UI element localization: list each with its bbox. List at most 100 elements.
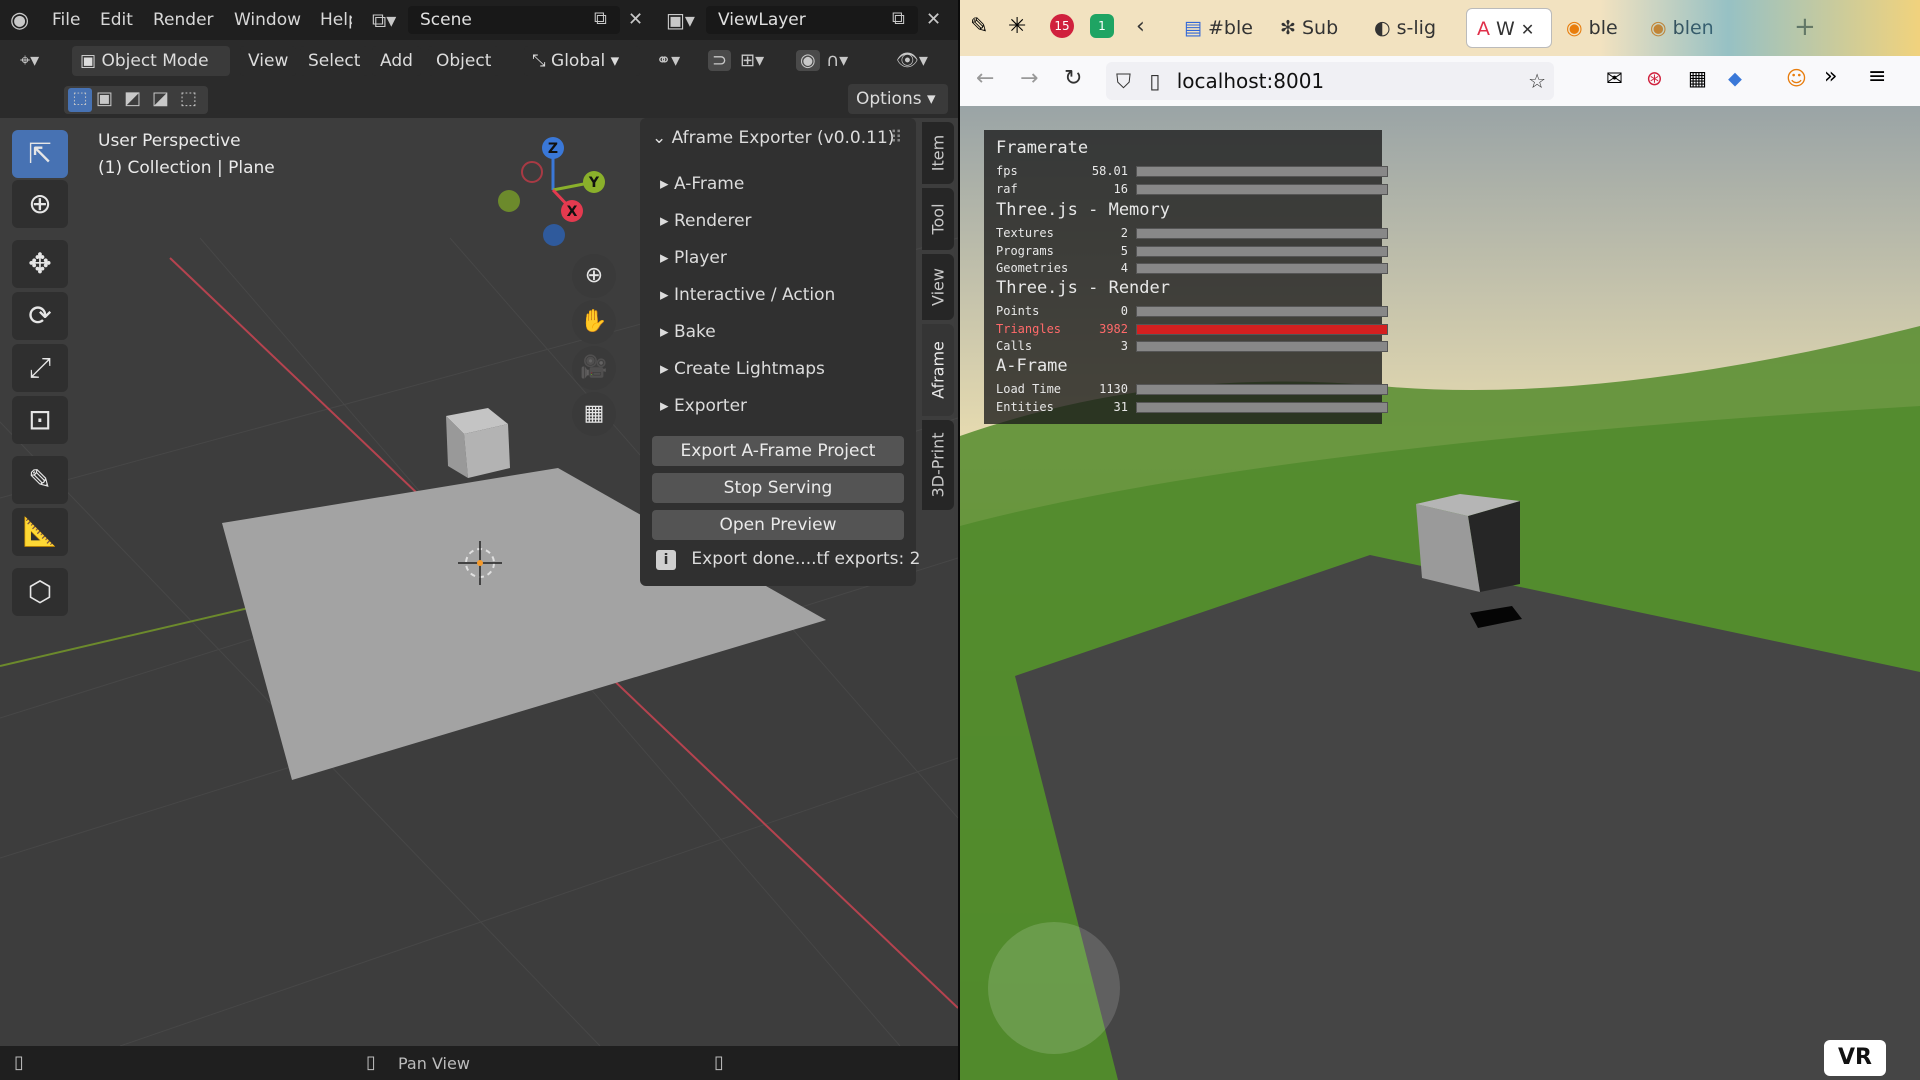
section-interactive[interactable]: ▸ Interactive / Action [660, 285, 835, 305]
annotate-tool-icon[interactable]: ✎ [12, 456, 68, 504]
pinned-tab-icon[interactable]: ✎ [970, 14, 988, 39]
address-bar[interactable]: ⛉ ▯ localhost:8001 ☆ [1106, 62, 1554, 100]
tab-aframe[interactable]: Aframe [922, 324, 954, 416]
extension-icon[interactable]: ☺ [1786, 66, 1807, 90]
perspective-grid-icon[interactable]: ▦ [572, 392, 616, 436]
section-player[interactable]: ▸ Player [660, 248, 727, 268]
visibility-icon[interactable]: 👁▾ [896, 50, 928, 71]
new-scene-icon[interactable]: ⧉ [594, 8, 607, 29]
panel-header[interactable]: ⌄ Aframe Exporter (v0.0.11) [652, 128, 894, 148]
tab-3d-print[interactable]: 3D-Print [922, 420, 954, 510]
menu-window[interactable]: Window [234, 10, 301, 30]
section-renderer[interactable]: ▸ Renderer [660, 211, 752, 231]
section-aframe[interactable]: ▸ A-Frame [660, 174, 744, 194]
tab-title: Sub [1301, 17, 1339, 39]
navigation-gizmo[interactable]: Z Y X [490, 130, 620, 260]
options-dropdown[interactable]: Options ▾ [848, 84, 948, 114]
stat-entities: 31 [1113, 400, 1128, 414]
close-tab-icon[interactable]: ✕ [1521, 20, 1534, 39]
reload-icon[interactable]: ↻ [1064, 66, 1082, 91]
vr-button[interactable]: VR [1824, 1040, 1886, 1076]
pivot-icon[interactable]: ⚭▾ [656, 50, 680, 71]
snap-icon[interactable]: ⊃ [708, 50, 732, 71]
move-tool-icon[interactable]: ✥ [12, 240, 68, 288]
pan-hand-icon[interactable]: ✋ [572, 300, 616, 344]
add-cube-tool-icon[interactable]: ⬡ [12, 568, 68, 616]
menu-file[interactable]: File [52, 10, 80, 30]
extension-icon[interactable]: ⊛ [1646, 66, 1663, 90]
tab-6[interactable]: ◉ blen [1650, 8, 1720, 48]
pinned-tab-icon[interactable]: 1 [1090, 14, 1114, 38]
select-invert-icon[interactable]: ◪ [152, 88, 169, 109]
orientation-dropdown[interactable]: ⤡ Global ▾ [524, 46, 640, 76]
forward-icon[interactable]: → [1020, 66, 1038, 91]
tab-1[interactable]: ▤ #ble [1184, 8, 1254, 48]
menu-render[interactable]: Render [153, 10, 214, 30]
tab-tool[interactable]: Tool [922, 188, 954, 250]
back-icon[interactable]: ← [976, 66, 994, 91]
stop-serving-button[interactable]: Stop Serving [652, 473, 904, 503]
select-box-icon[interactable]: ⬚ [68, 88, 92, 112]
header-menu-object[interactable]: Object [428, 46, 500, 76]
mode-dropdown[interactable]: ▣ Object Mode ▾ [72, 46, 230, 101]
delete-scene-icon[interactable]: ✕ [628, 9, 643, 30]
new-viewlayer-icon[interactable]: ⧉ [892, 8, 905, 29]
proportional-edit-icon[interactable]: ◉ [796, 50, 820, 71]
snap-target-icon[interactable]: ⊞▾ [740, 50, 764, 71]
tab-2[interactable]: ✻ Sub [1280, 8, 1350, 48]
stat-triangles: 3982 [1099, 322, 1128, 336]
tab-view[interactable]: View [922, 254, 954, 320]
header-menu-add[interactable]: Add [372, 46, 421, 76]
select-tool-icon[interactable]: ⇱ [12, 130, 68, 178]
transform-tool-icon[interactable]: ⊡ [12, 396, 68, 444]
blender-logo-icon[interactable]: ◉ [10, 8, 29, 33]
select-extend-icon[interactable]: ▣ [96, 88, 113, 109]
bookmark-star-icon[interactable]: ☆ [1528, 62, 1546, 100]
extension-icon[interactable]: ✉ [1606, 66, 1623, 90]
header-menu-select[interactable]: Select [300, 46, 369, 76]
extension-icon[interactable]: ⬥ [1728, 66, 1742, 90]
scene-selector-icon[interactable]: ⧉▾ [372, 8, 396, 32]
viewlayer-selector-icon[interactable]: ▣▾ [666, 8, 695, 32]
tab-5[interactable]: ◉ ble [1566, 8, 1636, 48]
panel-title: Aframe Exporter (v0.0.11) [671, 128, 895, 148]
pinned-tab-icon[interactable]: 15 [1050, 14, 1074, 38]
tab-3[interactable]: ◐ s-lig [1374, 8, 1454, 48]
section-exporter[interactable]: ▸ Exporter [660, 396, 747, 416]
falloff-icon[interactable]: ∩▾ [826, 50, 848, 71]
chevron-right-icon: ▸ [660, 322, 674, 342]
extension-icon[interactable]: ▦ [1688, 66, 1707, 90]
delete-viewlayer-icon[interactable]: ✕ [926, 9, 941, 30]
cursor-tool-icon[interactable]: ⊕ [12, 180, 68, 228]
scale-tool-icon[interactable]: ⤢ [12, 344, 68, 392]
tabs-scroll-left-icon[interactable]: ‹ [1136, 14, 1145, 39]
tab-item[interactable]: Item [922, 122, 954, 184]
tab-active[interactable]: A W ✕ [1466, 8, 1552, 48]
touch-joystick[interactable] [988, 922, 1120, 1054]
header-menu-view[interactable]: View [240, 46, 297, 76]
editor-type-icon[interactable]: ⌖▾ [20, 50, 39, 71]
open-preview-button[interactable]: Open Preview [652, 510, 904, 540]
drag-handle-icon[interactable]: ⠿ [890, 128, 902, 148]
gizmo-neg-y-icon[interactable] [498, 190, 520, 212]
viewlayer-field[interactable]: ViewLayer [706, 6, 918, 34]
gizmo-neg-z-icon[interactable] [543, 224, 565, 246]
section-bake[interactable]: ▸ Bake [660, 322, 716, 342]
overflow-extensions-icon[interactable]: » [1824, 64, 1837, 89]
menu-help[interactable]: Help [320, 10, 352, 30]
select-intersect-icon[interactable]: ⬚ [180, 88, 197, 109]
camera-icon[interactable]: 🎥 [572, 346, 616, 390]
rotate-tool-icon[interactable]: ⟳ [12, 292, 68, 340]
stat-fps: 58.01 [1091, 164, 1128, 178]
measure-tool-icon[interactable]: 📐 [12, 508, 68, 556]
gizmo-neg-x-icon[interactable] [521, 161, 543, 183]
new-tab-icon[interactable]: + [1794, 12, 1816, 42]
zoom-icon[interactable]: ⊕ [572, 254, 616, 298]
hamburger-menu-icon[interactable]: ≡ [1868, 64, 1886, 89]
export-project-button[interactable]: Export A-Frame Project [652, 436, 904, 466]
section-lightmaps[interactable]: ▸ Create Lightmaps [660, 359, 825, 379]
scene-field[interactable]: Scene [408, 6, 620, 34]
menu-edit[interactable]: Edit [100, 10, 133, 30]
select-subtract-icon[interactable]: ◩ [124, 88, 141, 109]
pinned-tab-icon[interactable]: ✳ [1008, 14, 1026, 39]
